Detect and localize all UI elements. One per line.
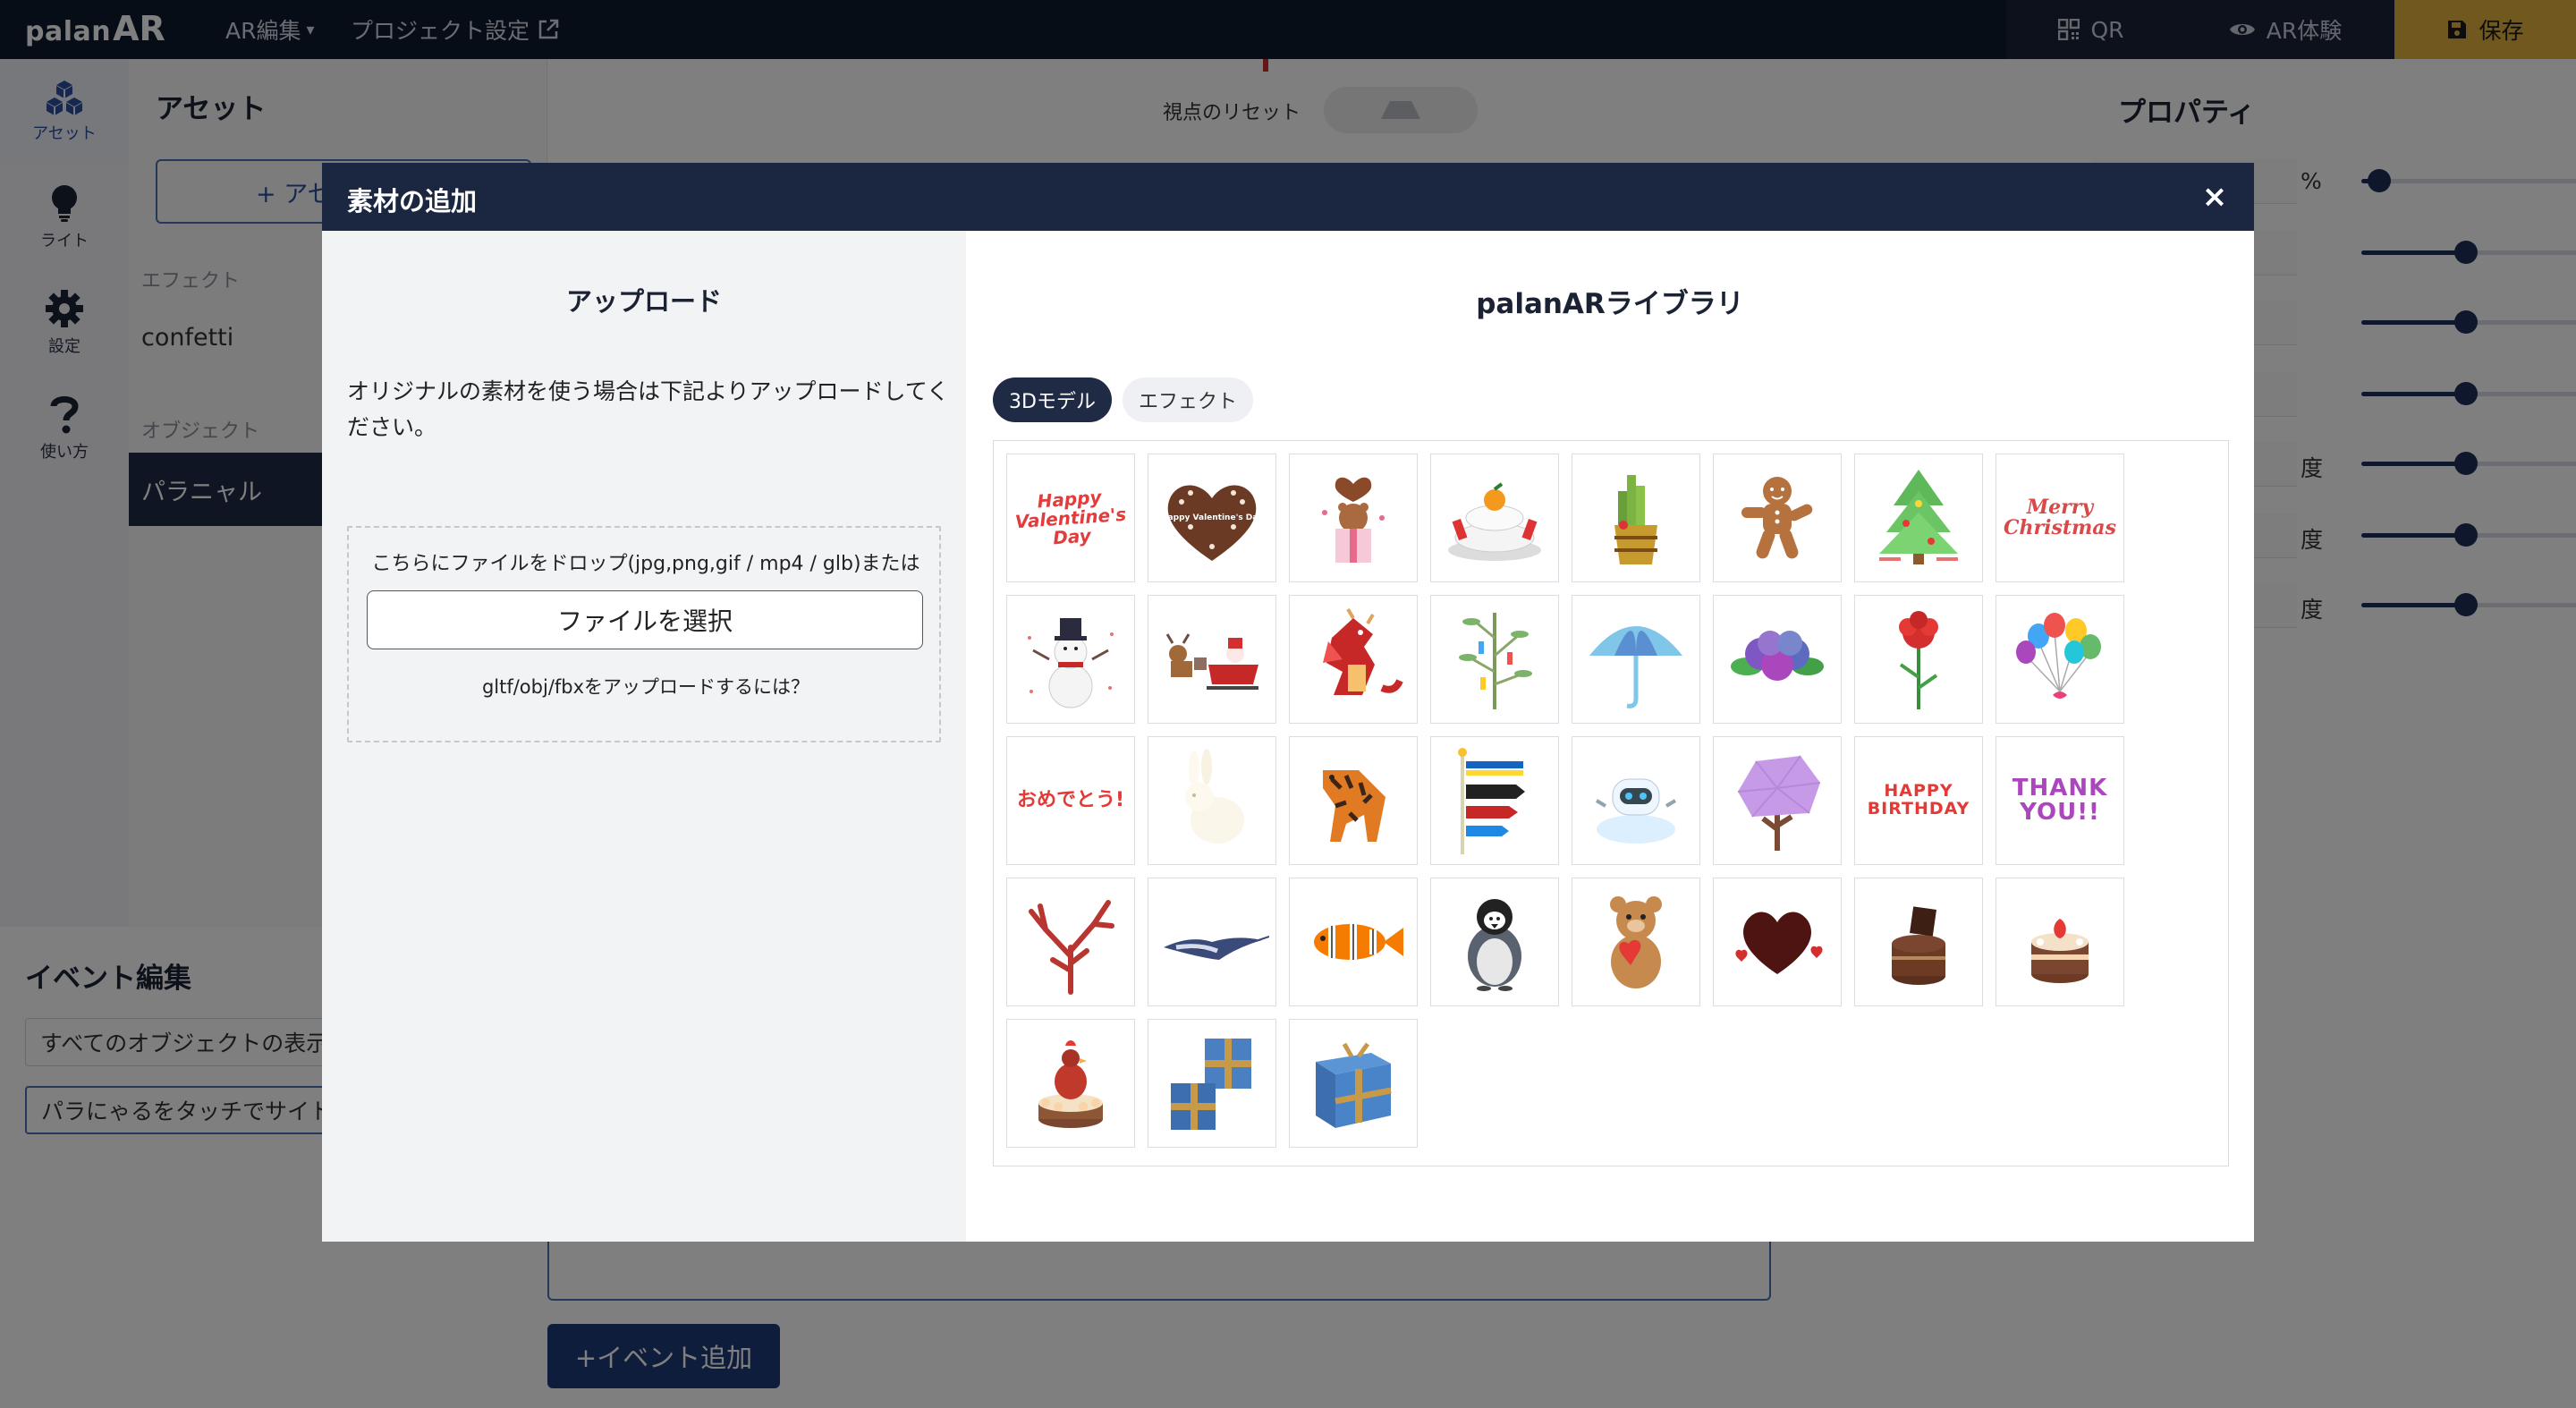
library-item-robot-cloud[interactable] bbox=[1572, 736, 1700, 865]
library-item-strawberry-cake[interactable] bbox=[1996, 878, 2124, 1006]
rooster-cake-icon bbox=[1038, 1040, 1103, 1128]
library-item-umbrella[interactable] bbox=[1572, 595, 1700, 724]
santa-sleigh-icon bbox=[1165, 633, 1258, 690]
library-item-blue-gift-boxes[interactable] bbox=[1148, 1019, 1276, 1148]
library-item-omedetou-text[interactable]: おめでとう! bbox=[1006, 736, 1135, 865]
bear-gift-icon bbox=[1322, 477, 1385, 563]
tiger-icon bbox=[1323, 770, 1385, 842]
koinobori-icon bbox=[1458, 748, 1525, 854]
happy-birthday-label: HAPPY BIRTHDAY bbox=[1867, 781, 1970, 819]
upload-section: アップロード オリジナルの素材を使う場合は下記よりアップロードしてください。 こ… bbox=[322, 231, 966, 1242]
library-item-santa-sleigh[interactable] bbox=[1148, 595, 1276, 724]
modal-header: 素材の追加 × bbox=[322, 163, 2254, 231]
umbrella-icon bbox=[1589, 626, 1682, 708]
carnation-icon bbox=[1899, 611, 1938, 709]
add-material-modal: 素材の追加 × アップロード オリジナルの素材を使う場合は下記よりアップロードし… bbox=[322, 163, 2254, 1242]
gift-boxes-icon bbox=[1171, 1039, 1251, 1130]
library-item-hydrangea[interactable] bbox=[1713, 595, 1842, 724]
library-item-thank-you-text[interactable]: THANK YOU!! bbox=[1996, 736, 2124, 865]
upload-title: アップロード bbox=[565, 286, 722, 317]
library-grid-box: Happy Valentine's Day Happy Valentine's … bbox=[993, 440, 2229, 1166]
rabbit-icon bbox=[1185, 749, 1244, 844]
library-item-kadomatsu[interactable] bbox=[1572, 454, 1700, 582]
teddy-bear-icon bbox=[1610, 896, 1662, 988]
balloons-icon bbox=[2016, 613, 2101, 699]
bamboo-icon bbox=[1459, 613, 1532, 709]
tab-3d-models[interactable]: 3Dモデル bbox=[993, 377, 1112, 422]
file-dropzone[interactable]: こちらにファイルをドロップ(jpg,png,gif / mp4 / glb)また… bbox=[347, 526, 941, 742]
library-item-teddy-bear-heart[interactable] bbox=[1572, 878, 1700, 1006]
library-item-christmas-tree[interactable] bbox=[1854, 454, 1983, 582]
heart-cookie-icon: Happy Valentine's Day bbox=[1161, 485, 1263, 561]
christmas-tree-icon bbox=[1879, 470, 1958, 564]
library-item-balloons[interactable] bbox=[1996, 595, 2124, 724]
choose-file-button[interactable]: ファイルを選択 bbox=[367, 590, 923, 649]
modal-title: 素材の追加 bbox=[347, 186, 478, 216]
library-item-happy-birthday-text[interactable]: HAPPY BIRTHDAY bbox=[1854, 736, 1983, 865]
kagami-mochi-icon bbox=[1448, 482, 1541, 561]
library-item-valentine-heart-cookie[interactable]: Happy Valentine's Day bbox=[1148, 454, 1276, 582]
happy-valentines-label: Happy Valentine's Day bbox=[1014, 486, 1127, 548]
hydrangea-icon bbox=[1731, 631, 1824, 681]
gltf-upload-help-link[interactable]: gltf/obj/fbxをアップロードするには？ bbox=[349, 673, 943, 700]
heart-cookie-text: Happy Valentine's Day bbox=[1161, 513, 1263, 522]
thank-you-label: THANK YOU!! bbox=[2012, 774, 2108, 826]
strawberry-cake-icon bbox=[2031, 919, 2089, 983]
library-grid: Happy Valentine's Day Happy Valentine's … bbox=[1006, 454, 2124, 1148]
library-item-gingerbread-man[interactable] bbox=[1713, 454, 1842, 582]
library-item-chocolate-cake[interactable] bbox=[1854, 878, 1983, 1006]
library-item-rooster-cake[interactable] bbox=[1006, 1019, 1135, 1148]
library-item-white-rabbit[interactable] bbox=[1148, 736, 1276, 865]
manta-ray-icon bbox=[1164, 936, 1269, 960]
library-item-happy-valentines-text[interactable]: Happy Valentine's Day bbox=[1006, 454, 1135, 582]
snowman-icon bbox=[1028, 618, 1114, 708]
close-icon[interactable]: × bbox=[2195, 177, 2234, 216]
library-item-merry-christmas-text[interactable]: Merry Christmas bbox=[1996, 454, 2124, 582]
robot-cloud-icon bbox=[1595, 778, 1677, 844]
merry-christmas-label: Merry Christmas bbox=[2004, 495, 2116, 539]
library-item-red-dragon[interactable] bbox=[1289, 595, 1418, 724]
library-item-kagami-mochi[interactable] bbox=[1430, 454, 1559, 582]
library-item-blue-gift-box[interactable] bbox=[1289, 1019, 1418, 1148]
library-item-sakura-tree[interactable] bbox=[1713, 736, 1842, 865]
library-section: palanARライブラリ 3Dモデル エフェクト Happy Valentine… bbox=[966, 231, 2254, 1242]
library-item-clownfish[interactable] bbox=[1289, 878, 1418, 1006]
dragon-icon bbox=[1323, 607, 1403, 695]
library-item-chocolate-heart[interactable] bbox=[1713, 878, 1842, 1006]
dropzone-text: こちらにファイルをドロップ(jpg,png,gif / mp4 / glb)また… bbox=[371, 553, 920, 575]
library-item-manta-ray[interactable] bbox=[1148, 878, 1276, 1006]
library-item-penguin[interactable] bbox=[1430, 878, 1559, 1006]
clownfish-icon bbox=[1314, 924, 1403, 960]
omedetou-label: おめでとう! bbox=[1017, 790, 1124, 810]
library-item-snowman[interactable] bbox=[1006, 595, 1135, 724]
gift-box-icon bbox=[1316, 1042, 1392, 1128]
library-title: palanARライブラリ bbox=[1476, 288, 1744, 320]
library-item-tanabata-bamboo[interactable] bbox=[1430, 595, 1559, 724]
upload-description: オリジナルの素材を使う場合は下記よりアップロードしてください。 bbox=[347, 378, 950, 440]
omedetou-text: おめでとう! bbox=[1016, 789, 1125, 812]
library-item-bear-gift-box[interactable] bbox=[1289, 454, 1418, 582]
penguin-icon bbox=[1468, 899, 1521, 991]
chocolate-heart-icon bbox=[1735, 912, 1823, 974]
library-item-red-coral[interactable] bbox=[1006, 878, 1135, 1006]
sakura-tree-icon bbox=[1737, 755, 1821, 851]
kadomatsu-icon bbox=[1614, 475, 1657, 564]
library-item-tiger[interactable] bbox=[1289, 736, 1418, 865]
library-item-koinobori[interactable] bbox=[1430, 736, 1559, 865]
coral-icon bbox=[1029, 900, 1114, 995]
library-tabs: 3Dモデル エフェクト bbox=[993, 377, 1264, 422]
library-item-carnation[interactable] bbox=[1854, 595, 1983, 724]
gingerbread-icon bbox=[1741, 477, 1813, 559]
chocolate-cake-icon bbox=[1892, 906, 1945, 985]
tab-effects[interactable]: エフェクト bbox=[1122, 377, 1253, 422]
